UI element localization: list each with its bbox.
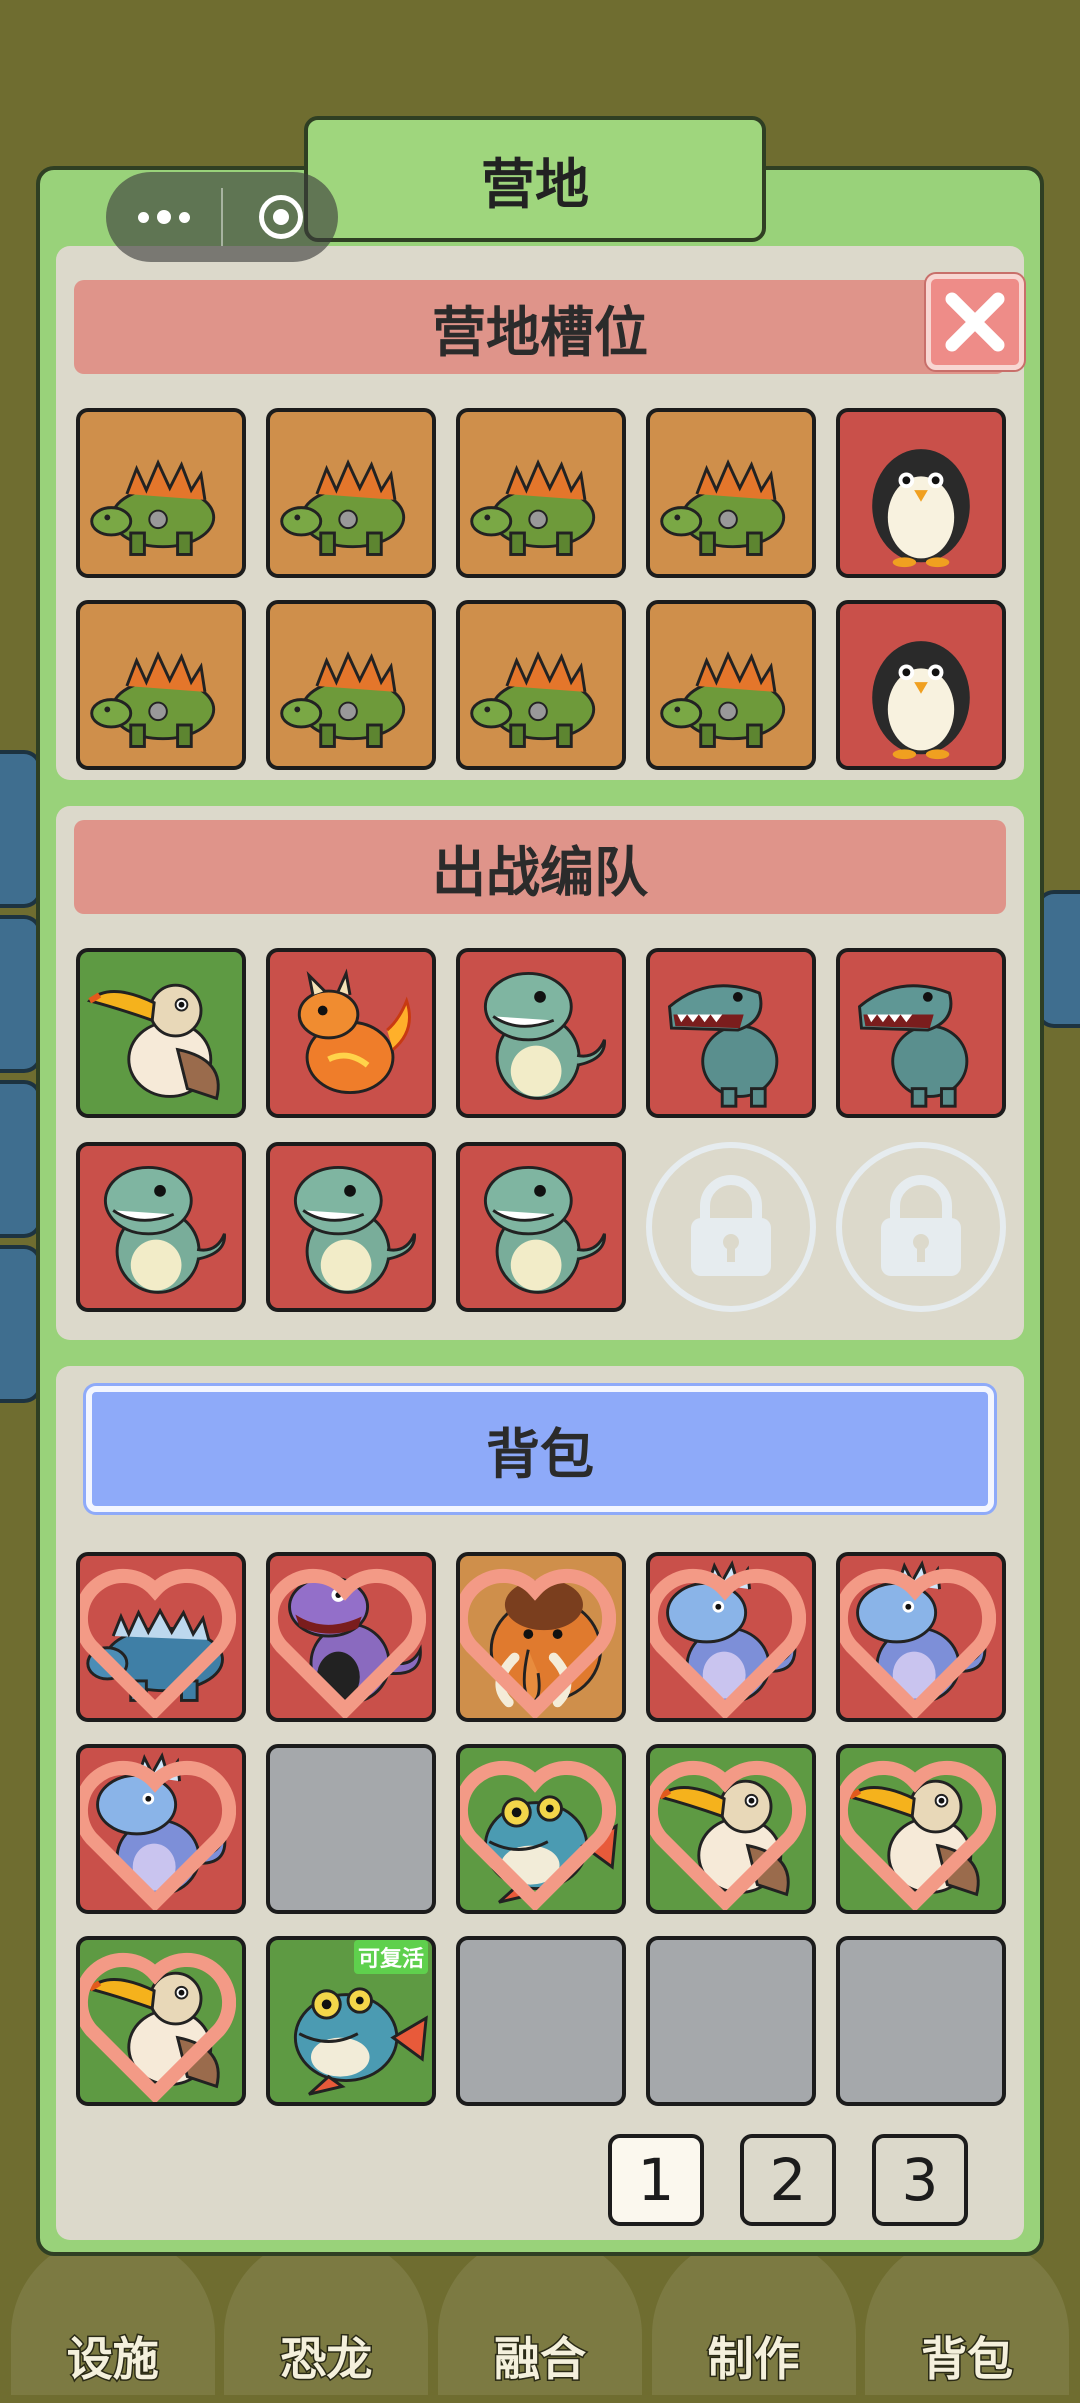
stegosaurus-icon xyxy=(660,459,786,556)
miniapp-capsule xyxy=(106,172,338,262)
team-slot-toucan[interactable] xyxy=(76,948,246,1118)
team-slot-green-dino[interactable] xyxy=(456,948,626,1118)
toucan-icon xyxy=(86,983,220,1101)
stegosaurus-icon xyxy=(470,651,596,748)
nav-label: 融合 xyxy=(492,2331,587,2388)
team-header-label: 出战编队 xyxy=(432,840,648,904)
team-slot-fire-dragon[interactable] xyxy=(266,948,436,1118)
penguin-icon xyxy=(872,449,970,568)
close-button[interactable] xyxy=(926,274,1024,370)
camp-header: 营地槽位 xyxy=(74,280,1006,374)
green-dino-icon xyxy=(293,1166,416,1294)
page-button-1[interactable]: 1 xyxy=(608,2134,704,2226)
camp-slot-penguin[interactable] xyxy=(836,408,1006,578)
page-button-3[interactable]: 3 xyxy=(872,2134,968,2226)
page-label: 2 xyxy=(769,2146,807,2214)
camp-slot-stegosaurus[interactable] xyxy=(646,600,816,770)
page-label: 1 xyxy=(637,2146,675,2214)
team-slot-trex[interactable] xyxy=(836,948,1006,1118)
stegosaurus-icon xyxy=(660,651,786,748)
heart-icon xyxy=(80,1760,236,1910)
camp-slot-stegosaurus[interactable] xyxy=(646,408,816,578)
bag-slot-ice-dino[interactable] xyxy=(646,1552,816,1722)
bag-slot-fish[interactable] xyxy=(456,1744,626,1914)
team-slot-green-dino[interactable] xyxy=(456,1142,626,1312)
stegosaurus-icon xyxy=(280,459,406,556)
nav-craft[interactable]: 制作 xyxy=(651,2235,856,2395)
stegosaurus-icon xyxy=(90,651,216,748)
locked-slot[interactable] xyxy=(646,1142,816,1312)
stegosaurus-icon xyxy=(280,651,406,748)
heart-icon xyxy=(80,1568,236,1718)
lock-icon xyxy=(881,1175,961,1276)
nav-label: 恐龙 xyxy=(279,2331,374,2388)
nav-backpack[interactable]: 背包 xyxy=(865,2235,1070,2395)
panel-title-tab: 营地 xyxy=(304,116,766,242)
revive-badge: 可复活 xyxy=(353,1940,428,1974)
heart-icon xyxy=(650,1568,806,1718)
bag-slot-toucan[interactable] xyxy=(646,1744,816,1914)
heart-icon xyxy=(840,1568,996,1718)
bag-slot-mammoth[interactable] xyxy=(456,1552,626,1722)
heart-icon xyxy=(840,1760,996,1910)
stegosaurus-icon xyxy=(90,459,216,556)
green-dino-icon xyxy=(483,972,606,1100)
bag-slot-ankylosaurus[interactable] xyxy=(76,1552,246,1722)
lock-icon xyxy=(691,1175,771,1276)
heart-icon xyxy=(460,1568,616,1718)
fire-dragon-icon xyxy=(297,968,411,1094)
empty-slot[interactable] xyxy=(266,1744,436,1914)
page-label: 3 xyxy=(901,2146,939,2214)
nav-dinosaurs[interactable]: 恐龙 xyxy=(224,2235,429,2395)
nav-label: 设施 xyxy=(65,2331,160,2388)
page-button-2[interactable]: 2 xyxy=(740,2134,836,2226)
trex-icon xyxy=(667,984,779,1108)
bag-slot-toucan[interactable] xyxy=(836,1744,1006,1914)
camp-slot-penguin[interactable] xyxy=(836,600,1006,770)
empty-slot[interactable] xyxy=(646,1936,816,2106)
green-dino-icon xyxy=(103,1166,226,1294)
nav-fusion[interactable]: 融合 xyxy=(437,2235,642,2395)
penguin-icon xyxy=(872,641,970,760)
heart-icon xyxy=(650,1760,806,1910)
stegosaurus-icon xyxy=(470,459,596,556)
close-x-icon xyxy=(945,292,1005,352)
more-dots-icon[interactable] xyxy=(106,210,221,224)
camp-slot-stegosaurus[interactable] xyxy=(456,600,626,770)
camp-slot-stegosaurus[interactable] xyxy=(266,600,436,770)
camp-slot-stegosaurus[interactable] xyxy=(76,408,246,578)
heart-icon xyxy=(270,1568,426,1718)
green-dino-icon xyxy=(483,1166,606,1294)
nav-label: 背包 xyxy=(920,2331,1015,2388)
nav-facilities[interactable]: 设施 xyxy=(10,2235,215,2395)
camp-header-label: 营地槽位 xyxy=(432,300,648,364)
nav-label: 制作 xyxy=(706,2331,801,2388)
team-slot-green-dino[interactable] xyxy=(76,1142,246,1312)
empty-slot[interactable] xyxy=(836,1936,1006,2106)
team-slot-green-dino[interactable] xyxy=(266,1142,436,1312)
locked-slot[interactable] xyxy=(836,1142,1006,1312)
trex-icon xyxy=(857,984,969,1108)
bag-slot-fish[interactable]: 可复活 xyxy=(266,1936,436,2106)
camp-slot-stegosaurus[interactable] xyxy=(456,408,626,578)
bag-header-label: 背包 xyxy=(486,1422,594,1486)
bag-slot-purple-dino[interactable] xyxy=(266,1552,436,1722)
panel-title: 营地 xyxy=(481,152,589,216)
camp-slot-stegosaurus[interactable] xyxy=(266,408,436,578)
bag-slot-ice-dino[interactable] xyxy=(76,1744,246,1914)
camp-slot-stegosaurus[interactable] xyxy=(76,600,246,770)
bag-slot-toucan[interactable] xyxy=(76,1936,246,2106)
empty-slot[interactable] xyxy=(456,1936,626,2106)
bag-slot-ice-dino[interactable] xyxy=(836,1552,1006,1722)
bag-header[interactable]: 背包 xyxy=(86,1386,994,1512)
team-slot-trex[interactable] xyxy=(646,948,816,1118)
heart-icon xyxy=(80,1952,236,2102)
team-header: 出战编队 xyxy=(74,820,1006,914)
heart-icon xyxy=(460,1760,616,1910)
record-circle-icon[interactable] xyxy=(223,195,338,239)
